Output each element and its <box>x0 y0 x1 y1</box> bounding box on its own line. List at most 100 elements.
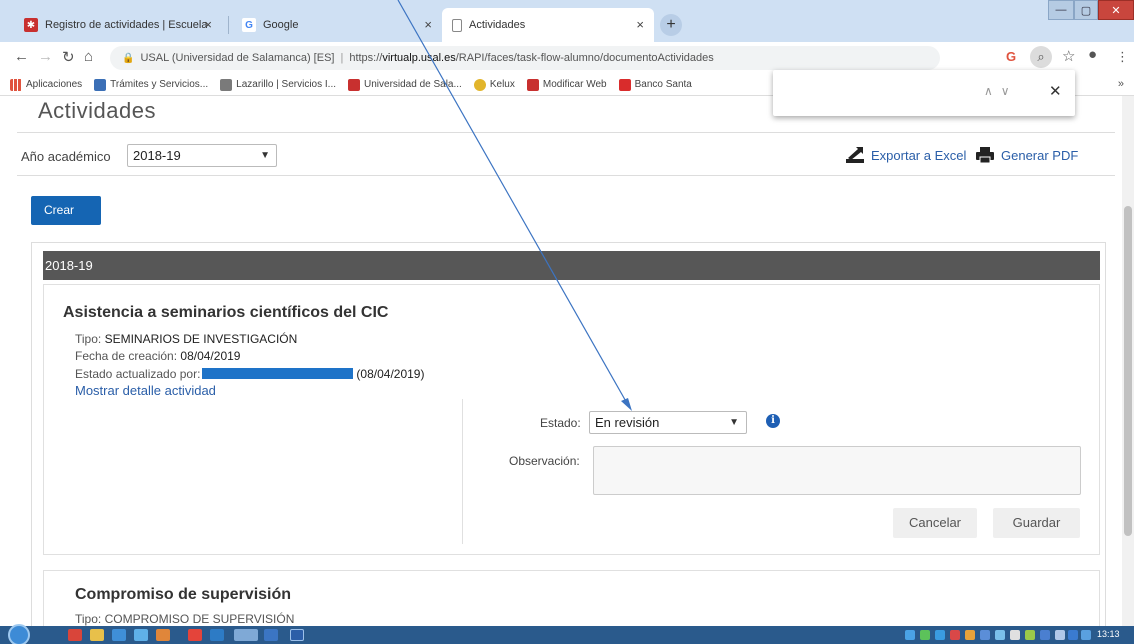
show-activity-detail-link[interactable]: Mostrar detalle actividad <box>75 383 216 398</box>
usal-icon: ✱ <box>24 18 38 32</box>
minimize-button[interactable]: — <box>1048 0 1074 20</box>
tray-icon[interactable] <box>980 630 990 640</box>
tab-actividades[interactable]: Actividades × <box>442 8 654 42</box>
academic-year-value: 2018-19 <box>133 148 181 163</box>
bookmark-modificar-web[interactable]: Modificar Web <box>526 78 607 91</box>
word-icon[interactable] <box>290 629 304 641</box>
academic-year-select[interactable]: 2018-19 ▼ <box>127 144 277 167</box>
folder-icon[interactable] <box>90 629 104 641</box>
google-icon: G <box>242 18 256 32</box>
tray-icon[interactable] <box>965 630 975 640</box>
volume-icon[interactable] <box>1068 630 1078 640</box>
tray-icon[interactable] <box>905 630 915 640</box>
type-value: SEMINARIOS DE INVESTIGACIÓN <box>104 332 298 346</box>
os-taskbar: 13:13 <box>0 624 1134 644</box>
app-icon[interactable] <box>264 629 278 641</box>
outlook-icon[interactable] <box>210 629 224 641</box>
tab-google[interactable]: G Google × <box>232 8 442 42</box>
generate-pdf-label: Generar PDF <box>1001 147 1079 163</box>
bookmark-universidad[interactable]: Universidad de Sala... <box>348 78 462 91</box>
app-icon[interactable] <box>188 629 202 641</box>
create-button[interactable]: Crear <box>31 196 101 225</box>
bookmark-banco-santander[interactable]: Banco Santa <box>618 78 692 91</box>
bookmark-label: Modificar Web <box>542 79 607 90</box>
find-navigation-arrows[interactable]: ∧∨ <box>984 84 1018 98</box>
app-icon[interactable] <box>68 629 82 641</box>
export-excel-label: Exportar a Excel <box>871 147 967 163</box>
url-path: /RAPI/faces/task-flow-alumno/documentoAc… <box>455 52 714 64</box>
bookmarks-overflow-chevron[interactable]: » <box>1118 78 1124 90</box>
find-in-page-icon[interactable]: ⌕ <box>1030 46 1052 68</box>
tray-icon[interactable] <box>1010 630 1020 640</box>
scrollbar-thumb[interactable] <box>1124 206 1132 536</box>
url-separator: | <box>340 52 344 64</box>
bookmark-label: Lazarillo | Servicios I... <box>236 79 336 90</box>
santander-icon <box>618 78 631 91</box>
tray-icon[interactable] <box>920 630 930 640</box>
generate-pdf-link[interactable]: Generar PDF <box>975 146 1078 164</box>
close-icon[interactable]: × <box>636 17 644 32</box>
tray-icon[interactable] <box>995 630 1005 640</box>
browser-tab-strip: ✱ Registro de actividades | Escuela × G … <box>0 0 1134 42</box>
app-icon[interactable] <box>112 629 126 641</box>
activity-type: Tipo: SEMINARIOS DE INVESTIGACIÓN <box>75 332 297 346</box>
bookmark-lazarillo[interactable]: Lazarillo | Servicios I... <box>220 78 336 91</box>
maximize-button[interactable]: ▢ <box>1074 0 1098 20</box>
star-icon[interactable]: ☆ <box>1062 47 1075 65</box>
lock-icon: 🔒 <box>122 52 135 64</box>
type-label: Tipo: <box>75 332 102 346</box>
observation-textarea[interactable] <box>593 446 1081 495</box>
status-updated-by-label: Estado actualizado por: <box>75 367 201 381</box>
bookmark-label: Aplicaciones <box>26 79 83 90</box>
find-input[interactable] <box>783 80 973 106</box>
tray-icon[interactable] <box>950 630 960 640</box>
new-tab-button[interactable]: + <box>660 14 682 36</box>
bookmark-label: Universidad de Sala... <box>364 79 462 90</box>
bookmark-kelux[interactable]: Kelux <box>473 78 515 91</box>
divider <box>17 132 1115 133</box>
export-excel-link[interactable]: Exportar a Excel <box>845 146 966 164</box>
tab-registro[interactable]: ✱ Registro de actividades | Escuela × <box>14 8 222 42</box>
bookmark-label: Kelux <box>489 79 515 90</box>
status-select[interactable]: En revisión ▼ <box>589 411 747 434</box>
site-identity-label: USAL (Universidad de Salamanca) [ES] <box>140 52 335 64</box>
divider <box>462 399 463 544</box>
clock[interactable]: 13:13 <box>1097 629 1120 639</box>
tray-icon[interactable] <box>1025 630 1035 640</box>
close-icon[interactable]: × <box>424 17 432 32</box>
tray-icon[interactable] <box>935 630 945 640</box>
network-icon[interactable] <box>1040 630 1050 640</box>
browser-icon[interactable] <box>134 629 148 641</box>
info-icon[interactable]: i <box>766 414 780 428</box>
start-button[interactable] <box>8 624 30 644</box>
url-host: virtualp.usal.es <box>382 52 456 64</box>
tray-icon[interactable] <box>1055 630 1065 640</box>
cancel-button[interactable]: Cancelar <box>893 508 977 538</box>
chrome-icon[interactable] <box>234 629 258 641</box>
bookmark-label: Trámites y Servicios... <box>110 79 209 90</box>
close-icon[interactable]: ✕ <box>1049 82 1062 100</box>
extension-icon[interactable]: G <box>1006 49 1016 64</box>
reload-icon[interactable]: ↻ <box>62 48 75 66</box>
back-arrow-icon[interactable]: ← <box>14 48 29 65</box>
address-bar[interactable]: 🔒 USAL (Universidad de Salamanca) [ES] |… <box>110 46 940 70</box>
redaction-bar <box>202 368 354 379</box>
window-close-button[interactable]: ✕ <box>1098 0 1134 20</box>
menu-dots-icon[interactable]: ⋮ <box>1116 49 1129 65</box>
url-prefix: https:// <box>349 52 383 64</box>
tab-title: Registro de actividades | Escuela <box>45 19 208 31</box>
apps-grid-icon <box>10 78 22 91</box>
close-icon[interactable]: × <box>204 17 212 32</box>
activity-type: Tipo: COMPROMISO DE SUPERVISIÓN <box>75 612 294 626</box>
forward-arrow-icon[interactable]: → <box>38 48 53 65</box>
home-icon[interactable]: ⌂ <box>84 48 93 65</box>
save-button[interactable]: Guardar <box>993 508 1080 538</box>
page-scrollbar[interactable] <box>1122 96 1134 626</box>
usal-icon <box>348 78 360 91</box>
tray-icon[interactable] <box>1081 630 1091 640</box>
media-icon[interactable] <box>156 629 170 641</box>
bookmark-aplicaciones[interactable]: Aplicaciones <box>10 78 83 91</box>
bookmark-tramites[interactable]: Trámites y Servicios... <box>94 78 209 91</box>
academic-year-label: Año académico <box>21 149 111 164</box>
account-icon[interactable]: ● <box>1088 46 1097 63</box>
